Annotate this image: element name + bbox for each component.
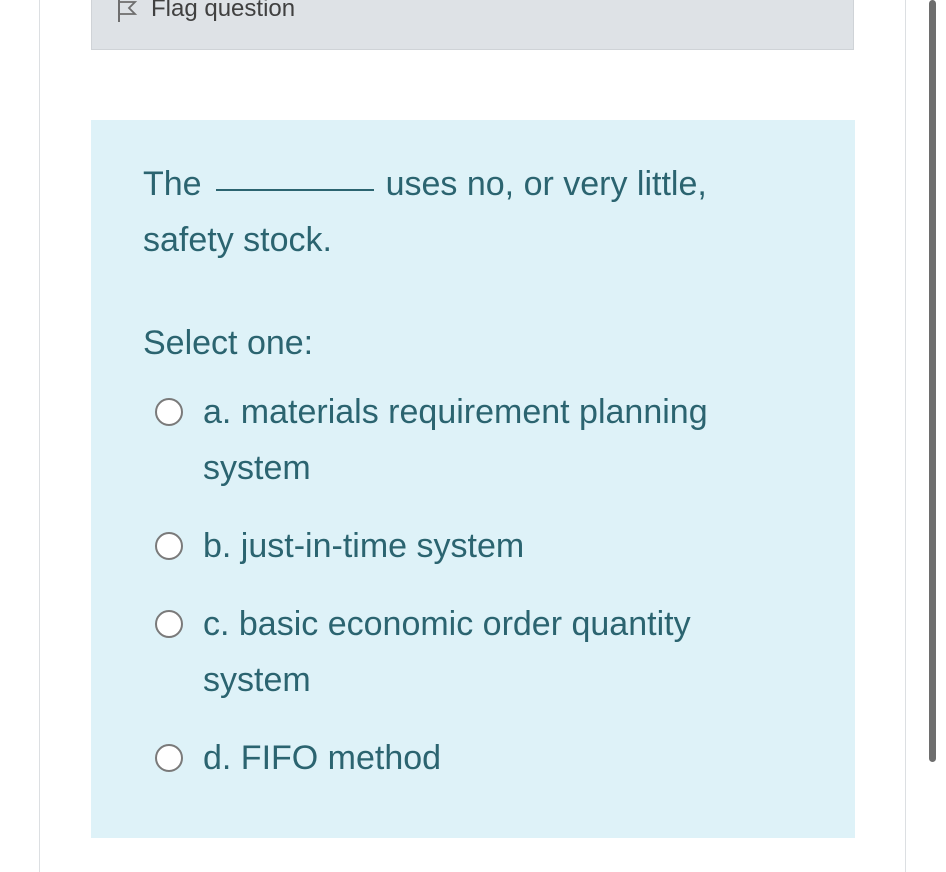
option-d-label[interactable]: d. FIFO method	[203, 730, 803, 786]
answer-blank	[215, 187, 374, 191]
option-b-radio[interactable]	[155, 532, 183, 560]
option-d-radio[interactable]	[155, 744, 183, 772]
question-text-end: safety stock.	[143, 221, 332, 259]
flag-question-link[interactable]: Flag question	[117, 0, 295, 22]
quiz-page: Flag question The uses no, or very little…	[0, 0, 946, 872]
question-text-start: The	[143, 165, 202, 203]
scrollbar[interactable]	[929, 0, 936, 762]
option-a-label-line1[interactable]: a. materials requirement planning	[203, 384, 803, 440]
option-c-label-line1[interactable]: c. basic economic order quantity	[203, 596, 803, 652]
question-text: The uses no, or very little, safety stock…	[143, 156, 783, 268]
select-one-prompt: Select one:	[143, 324, 314, 362]
option-c-radio[interactable]	[155, 610, 183, 638]
question-text-continuation: uses no, or very little,	[385, 165, 707, 203]
flag-question-label: Flag question	[151, 0, 296, 22]
option-a-radio[interactable]	[155, 398, 183, 426]
option-b-label[interactable]: b. just-in-time system	[203, 518, 803, 574]
content-border-left	[39, 0, 40, 872]
flag-icon	[118, 0, 138, 22]
content-border-right	[905, 0, 906, 872]
option-c-label-line2[interactable]: system	[203, 652, 803, 708]
option-a-label-line2[interactable]: system	[203, 440, 803, 496]
question-content: The uses no, or very little, safety stock…	[91, 120, 855, 838]
